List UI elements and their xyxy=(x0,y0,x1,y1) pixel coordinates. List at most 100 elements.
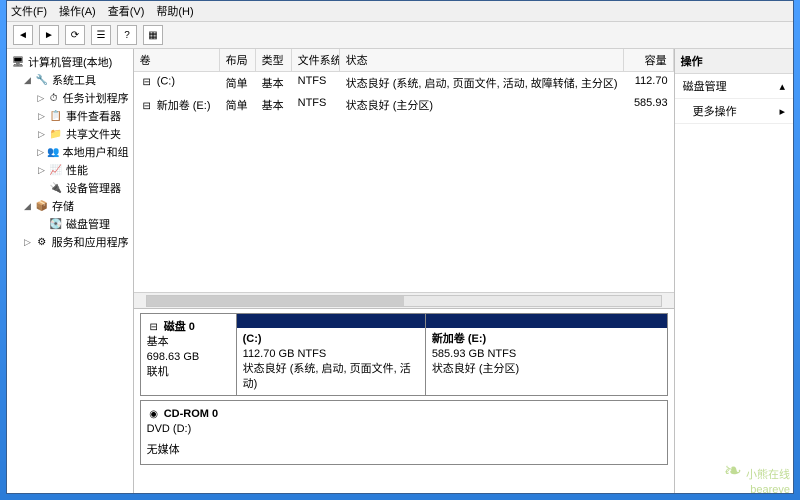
users-icon: 👥 xyxy=(47,145,59,159)
cell-fs: NTFS xyxy=(292,73,340,93)
volume-row[interactable]: ⊟ (C:) 简单 基本 NTFS 状态良好 (系统, 启动, 页面文件, 活动… xyxy=(134,72,674,94)
tree-label: 任务计划程序 xyxy=(63,90,129,106)
expand-icon[interactable]: ▷ xyxy=(37,93,45,104)
list-spacer xyxy=(134,117,674,293)
folder-icon: 📁 xyxy=(49,127,63,141)
actions-pane: 操作 磁盘管理 ▴ 更多操作 ▸ xyxy=(675,49,793,493)
partition-header xyxy=(426,314,667,328)
cell-layout: 简单 xyxy=(220,73,256,93)
col-layout[interactable]: 布局 xyxy=(220,49,256,71)
main-body: 🖥计算机管理(本地) ◢🔧系统工具 ▷⏱任务计划程序 ▷📋事件查看器 ▷📁共享文… xyxy=(7,49,793,493)
action-label: 更多操作 xyxy=(693,103,737,119)
tree-label: 磁盘管理 xyxy=(66,216,110,232)
tree-label: 存储 xyxy=(52,198,74,214)
scheduler-icon: ⏱ xyxy=(48,91,60,105)
tree-root-label: 计算机管理(本地) xyxy=(28,54,112,70)
scrollbar-track[interactable] xyxy=(146,295,662,307)
tree-label: 服务和应用程序 xyxy=(52,234,129,250)
tree-system-tools[interactable]: ◢🔧系统工具 xyxy=(9,71,131,89)
partition-body: 新加卷 (E:) 585.93 GB NTFS 状态良好 (主分区) xyxy=(426,328,667,381)
collapse-icon[interactable]: ◢ xyxy=(23,75,32,86)
col-capacity[interactable]: 容量 xyxy=(624,49,674,71)
cell-fs: NTFS xyxy=(292,95,340,116)
collapse-icon[interactable]: ◢ xyxy=(23,201,32,212)
tree-label: 设备管理器 xyxy=(66,180,121,196)
perf-icon: 📈 xyxy=(49,163,63,177)
tree-label: 共享文件夹 xyxy=(66,126,121,142)
menu-help[interactable]: 帮助(H) xyxy=(156,3,193,19)
cell-status: 状态良好 (主分区) xyxy=(340,95,624,116)
help-button[interactable]: ? xyxy=(117,25,137,45)
view-button[interactable]: ▦ xyxy=(143,25,163,45)
tree-root[interactable]: 🖥计算机管理(本地) xyxy=(9,53,131,71)
col-filesystem[interactable]: 文件系统 xyxy=(292,49,340,71)
partition-c[interactable]: (C:) 112.70 GB NTFS 状态良好 (系统, 启动, 页面文件, … xyxy=(237,314,426,395)
action-more[interactable]: 更多操作 ▸ xyxy=(675,99,793,124)
refresh-button[interactable]: ⟳ xyxy=(65,25,85,45)
tree-local-users[interactable]: ▷👥 本地用户和组 xyxy=(9,143,131,161)
cdrom-block[interactable]: ◉ CD-ROM 0 DVD (D:) 无媒体 xyxy=(140,400,668,465)
col-status[interactable]: 状态 xyxy=(340,49,624,71)
menu-action[interactable]: 操作(A) xyxy=(59,3,96,19)
tree-label: 事件查看器 xyxy=(66,108,121,124)
tree-device-manager[interactable]: 🔌设备管理器 xyxy=(9,179,131,197)
expand-icon[interactable]: ▷ xyxy=(37,111,46,122)
device-icon: 🔌 xyxy=(49,181,63,195)
disk-icon: ⊟ xyxy=(147,321,161,335)
cdrom-label: ◉ CD-ROM 0 DVD (D:) 无媒体 xyxy=(141,401,667,464)
chevron-right-icon: ▸ xyxy=(779,105,785,118)
tree-event-viewer[interactable]: ▷📋事件查看器 xyxy=(9,107,131,125)
cell-status: 状态良好 (系统, 启动, 页面文件, 活动, 故障转储, 主分区) xyxy=(340,73,624,93)
cell-cap: 112.70 xyxy=(624,73,674,93)
cell-vol: ⊟ (C:) xyxy=(134,73,220,93)
tree-label: 本地用户和组 xyxy=(63,144,129,160)
tree-shared-folders[interactable]: ▷📁共享文件夹 xyxy=(9,125,131,143)
computer-management-window: 文件(F) 操作(A) 查看(V) 帮助(H) ◄ ► ⟳ ☰ ? ▦ 🖥计算机… xyxy=(6,0,794,494)
disk-0-label: ⊟ 磁盘 0 基本 698.63 GB 联机 xyxy=(141,314,237,395)
action-disk-management[interactable]: 磁盘管理 ▴ xyxy=(675,74,793,99)
navigation-tree: 🖥计算机管理(本地) ◢🔧系统工具 ▷⏱任务计划程序 ▷📋事件查看器 ▷📁共享文… xyxy=(7,49,134,493)
toolbar: ◄ ► ⟳ ☰ ? ▦ xyxy=(7,22,793,49)
menu-view[interactable]: 查看(V) xyxy=(108,3,145,19)
disk-0-block[interactable]: ⊟ 磁盘 0 基本 698.63 GB 联机 (C:) 112.70 GB NT… xyxy=(140,313,668,396)
tree-services[interactable]: ▷⚙服务和应用程序 xyxy=(9,233,131,251)
tree-disk-management[interactable]: 💽磁盘管理 xyxy=(9,215,131,233)
expand-icon[interactable]: ▷ xyxy=(23,237,32,248)
volume-icon: ⊟ xyxy=(140,75,154,89)
volume-row[interactable]: ⊟ 新加卷 (E:) 简单 基本 NTFS 状态良好 (主分区) 585.93 xyxy=(134,94,674,117)
partition-body: (C:) 112.70 GB NTFS 状态良好 (系统, 启动, 页面文件, … xyxy=(237,328,425,395)
col-volume[interactable]: 卷 xyxy=(134,49,220,71)
tree-task-scheduler[interactable]: ▷⏱任务计划程序 xyxy=(9,89,131,107)
cell-type: 基本 xyxy=(256,73,292,93)
tree-storage[interactable]: ◢📦存储 xyxy=(9,197,131,215)
properties-button[interactable]: ☰ xyxy=(91,25,111,45)
action-label: 磁盘管理 xyxy=(683,78,727,94)
back-button[interactable]: ◄ xyxy=(13,25,33,45)
center-pane: 卷 布局 类型 文件系统 状态 容量 ⊟ (C:) 简单 基本 NTFS 状态良… xyxy=(134,49,675,493)
forward-button[interactable]: ► xyxy=(39,25,59,45)
storage-icon: 📦 xyxy=(35,199,49,213)
volume-icon: ⊟ xyxy=(140,100,154,114)
scrollbar-thumb[interactable] xyxy=(147,296,404,306)
computer-icon: 🖥 xyxy=(11,55,25,69)
expand-icon[interactable]: ▷ xyxy=(37,129,46,140)
tree-label: 系统工具 xyxy=(52,72,96,88)
partition-e[interactable]: 新加卷 (E:) 585.93 GB NTFS 状态良好 (主分区) xyxy=(426,314,667,395)
cell-layout: 简单 xyxy=(220,95,256,116)
tree-performance[interactable]: ▷📈性能 xyxy=(9,161,131,179)
disk-map: ⊟ 磁盘 0 基本 698.63 GB 联机 (C:) 112.70 GB NT… xyxy=(134,309,674,493)
cell-cap: 585.93 xyxy=(624,95,674,116)
expand-icon[interactable]: ▷ xyxy=(37,147,44,158)
cell-type: 基本 xyxy=(256,95,292,116)
col-type[interactable]: 类型 xyxy=(256,49,292,71)
menu-file[interactable]: 文件(F) xyxy=(11,3,47,19)
chevron-up-icon: ▴ xyxy=(779,80,785,93)
cell-vol: ⊟ 新加卷 (E:) xyxy=(134,95,220,116)
expand-icon[interactable]: ▷ xyxy=(37,165,46,176)
volume-list: 卷 布局 类型 文件系统 状态 容量 ⊟ (C:) 简单 基本 NTFS 状态良… xyxy=(134,49,674,309)
horizontal-scrollbar[interactable] xyxy=(134,292,674,308)
tree-label: 性能 xyxy=(66,162,88,178)
volume-list-header: 卷 布局 类型 文件系统 状态 容量 xyxy=(134,49,674,72)
disk-icon: 💽 xyxy=(49,217,63,231)
menu-bar: 文件(F) 操作(A) 查看(V) 帮助(H) xyxy=(7,1,793,22)
